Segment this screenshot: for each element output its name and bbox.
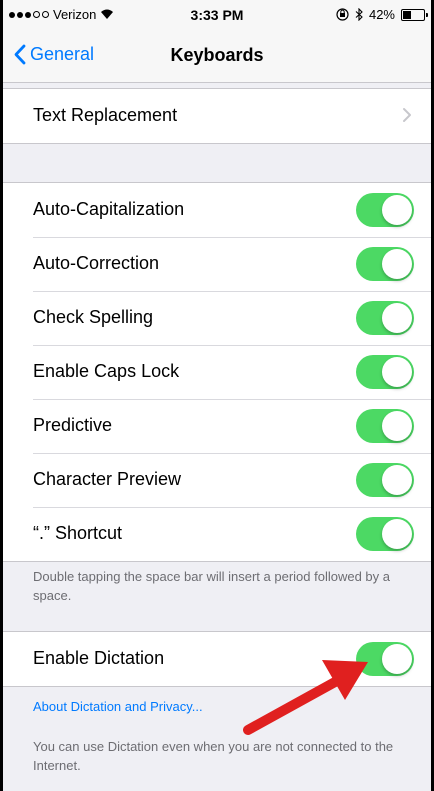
predictive-toggle[interactable] [356, 409, 414, 443]
enable-caps-lock-toggle[interactable] [356, 355, 414, 389]
shortcut-footer-note: Double tapping the space bar will insert… [33, 569, 390, 603]
dictation-group: Enable Dictation [3, 631, 431, 687]
settings-row-period-shortcut: “.” Shortcut [3, 507, 431, 561]
row-label: Text Replacement [33, 105, 178, 125]
check-spelling-toggle[interactable] [356, 301, 414, 335]
settings-row-character-preview: Character Preview [3, 453, 431, 507]
settings-row-enable-caps-lock: Enable Caps Lock [3, 345, 431, 399]
navigation-bar: General Keyboards [3, 30, 431, 83]
row-label: Enable Dictation [33, 648, 165, 668]
row-label: Auto-Capitalization [33, 199, 185, 219]
status-bar: Verizon 3:33 PM 42% [3, 0, 431, 30]
keyboard-options-group: Auto-Capitalization Auto-Correction Chec… [3, 182, 431, 562]
status-right: 42% [336, 7, 428, 22]
orientation-lock-icon [336, 8, 349, 21]
row-label: Check Spelling [33, 307, 154, 327]
period-shortcut-toggle[interactable] [356, 517, 414, 551]
row-label: Enable Caps Lock [33, 361, 180, 381]
battery-icon [401, 8, 428, 21]
row-label: “.” Shortcut [33, 523, 123, 543]
bluetooth-icon [355, 8, 363, 21]
settings-row-auto-correction: Auto-Correction [3, 237, 431, 291]
battery-percent: 42% [368, 7, 395, 22]
text-replacement-group: Text Replacement [3, 88, 431, 144]
settings-row-predictive: Predictive [3, 399, 431, 453]
page-title: Keyboards [170, 45, 264, 65]
row-label: Character Preview [33, 469, 182, 489]
row-label: Auto-Correction [33, 253, 160, 273]
dictation-footer-note: You can use Dictation even when you are … [33, 739, 394, 773]
character-preview-toggle[interactable] [356, 463, 414, 497]
settings-row-check-spelling: Check Spelling [3, 291, 431, 345]
about-dictation-privacy-link[interactable]: About Dictation and Privacy... [33, 699, 203, 714]
settings-row-text-replacement[interactable]: Text Replacement [3, 89, 431, 143]
chevron-right-icon [403, 108, 411, 122]
auto-capitalization-toggle[interactable] [356, 193, 414, 227]
row-label: Predictive [33, 415, 113, 435]
auto-correction-toggle[interactable] [356, 247, 414, 281]
settings-screen: Verizon 3:33 PM 42% General Keyboards Te… [3, 0, 431, 791]
enable-dictation-toggle[interactable] [356, 642, 414, 676]
settings-row-enable-dictation: Enable Dictation [3, 632, 431, 686]
settings-row-auto-capitalization: Auto-Capitalization [3, 183, 431, 237]
